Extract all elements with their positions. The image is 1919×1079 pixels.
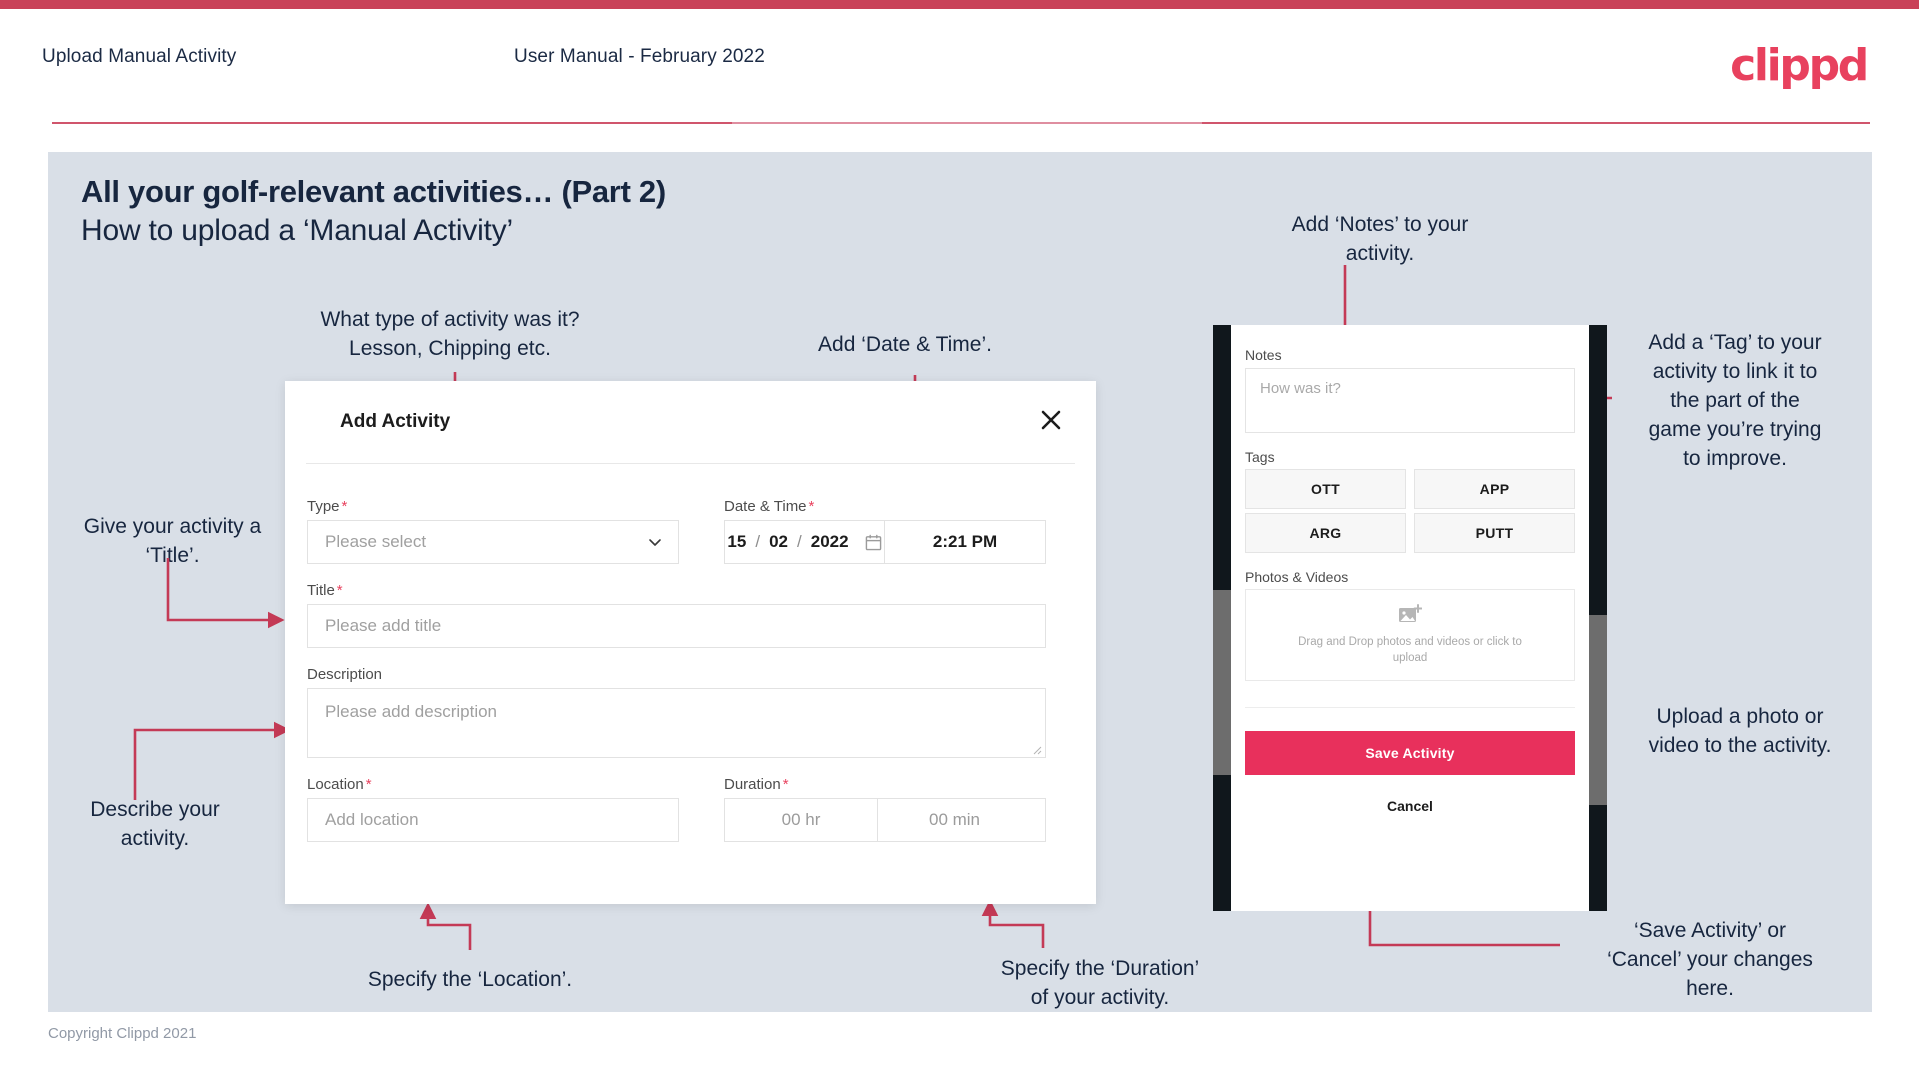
phone-divider [1245,707,1575,708]
annotation-type: What type of activity was it? Lesson, Ch… [320,308,580,360]
location-input[interactable]: Add location [307,798,679,842]
duration-minutes-value: 00 min [928,810,981,829]
header-center-title: User Manual - February 2022 [514,46,765,67]
phone-screen: Notes How was it? Tags OTT APP ARG PUTT … [1231,325,1589,911]
type-label: Type * [307,498,347,515]
duration-required-asterisk: * [782,776,789,793]
duration-label: Duration * [724,776,789,793]
phone-mockup: Notes How was it? Tags OTT APP ARG PUTT … [1213,325,1607,911]
type-required-asterisk: * [341,498,348,515]
notes-textarea[interactable]: How was it? [1245,368,1575,433]
date-month: 02 [769,532,788,551]
type-select[interactable]: Please select [307,520,679,564]
header-rule-left [52,122,732,124]
header-left-title: Upload Manual Activity [42,46,237,67]
annotation-datetime: Add ‘Date & Time’. [818,333,992,356]
annotation-upload: Upload a photo or video to the activity. [1648,705,1832,757]
tag-label-putt: PUTT [1475,525,1514,541]
annotation-notes: Add ‘Notes’ to your activity. [1291,213,1469,265]
phone-bezel-right-top [1589,325,1607,615]
tag-button-app[interactable]: APP [1414,469,1575,509]
date-input[interactable]: 15 / 02 / 2022 [725,521,885,563]
title-input-placeholder: Please add title [325,616,442,635]
footer-copyright: Copyright Clippd 2021 [48,1025,197,1042]
duration-group: 00 hr 00 min [724,798,1046,842]
tag-label-ott: OTT [1311,481,1340,497]
location-label: Location * [307,776,372,793]
time-value: 2:21 PM [932,532,998,551]
tag-label-arg: ARG [1309,525,1342,541]
phone-bezel-right-mid [1589,615,1607,805]
title-required-asterisk: * [336,582,343,599]
add-image-icon [1399,604,1422,622]
time-input[interactable]: 2:21 PM [885,521,1045,563]
tag-label-app: APP [1479,481,1510,497]
notes-placeholder: How was it? [1260,380,1341,397]
close-icon[interactable] [1034,403,1068,437]
add-activity-dialog: Add Activity Type * Please select Date & … [285,381,1096,904]
datetime-group: 15 / 02 / 2022 2:21 PM [724,520,1046,564]
clippd-logo: clippd [1730,40,1869,91]
phone-bezel-right-bottom [1589,805,1607,911]
date-sep-2: / [797,532,802,551]
duration-hours-value: 00 hr [781,810,821,829]
photos-label: Photos & Videos [1245,569,1349,585]
phone-bezel-left-mid [1213,590,1231,775]
annotation-location: Specify the ‘Location’. [367,968,573,991]
datetime-label-text: Date & Time [724,498,807,515]
description-placeholder: Please add description [325,702,498,721]
description-label: Description [307,666,382,683]
cancel-label: Cancel [1387,798,1433,814]
slide-heading: All your golf-relevant activities… (Part… [81,174,666,209]
chevron-down-icon [649,539,661,546]
slide-page: Upload Manual Activity User Manual - Feb… [0,0,1919,1079]
tag-button-putt[interactable]: PUTT [1414,513,1575,553]
calendar-icon[interactable] [865,534,882,551]
annotation-title: Give your activity a ‘Title’. [83,515,262,567]
title-input[interactable]: Please add title [307,604,1046,648]
date-sep-1: / [755,532,761,551]
slide-subheading: How to upload a ‘Manual Activity’ [81,214,513,247]
annotation-description: Describe your activity. [90,798,220,850]
date-year: 2022 [810,532,849,551]
duration-label-text: Duration [724,776,781,793]
tag-button-arg[interactable]: ARG [1245,513,1406,553]
annotation-save: ‘Save Activity’ or ‘Cancel’ your changes… [1607,919,1813,1000]
notes-label: Notes [1245,347,1282,363]
duration-minutes-input[interactable]: 00 min [878,799,1031,841]
location-required-asterisk: * [365,776,372,793]
photo-upload-dropzone[interactable]: Drag and Drop photos and videos or click… [1245,589,1575,681]
annotation-tags: Add a ‘Tag’ to your activity to link it … [1648,331,1822,470]
save-activity-label: Save Activity [1365,745,1455,761]
resize-grip-icon[interactable] [1032,745,1042,755]
location-label-text: Location [307,776,364,793]
description-textarea[interactable]: Please add description [307,688,1046,758]
dialog-title: Add Activity [340,411,451,432]
phone-bezel-left-top [1213,325,1231,590]
dialog-divider [306,463,1075,464]
annotation-duration: Specify the ‘Duration’ of your activity. [1000,957,1200,1009]
tag-button-ott[interactable]: OTT [1245,469,1406,509]
type-select-value: Please select [325,532,427,551]
datetime-label: Date & Time * [724,498,814,515]
title-label-text: Title [307,582,335,599]
tags-label: Tags [1245,449,1275,465]
photo-upload-hint: Drag and Drop photos and videos or click… [1298,636,1522,664]
top-accent-stripe [0,0,1919,9]
date-day: 15 [727,532,747,551]
save-activity-button[interactable]: Save Activity [1245,731,1575,775]
phone-bezel-left-bottom [1213,775,1231,911]
header-rule-mid [732,122,1202,124]
location-placeholder: Add location [325,810,419,829]
close-glyph [1041,410,1061,430]
cancel-button[interactable]: Cancel [1245,791,1575,821]
datetime-required-asterisk: * [808,498,815,515]
description-label-text: Description [307,666,383,683]
header-rule-right [1202,122,1870,124]
duration-hours-input[interactable]: 00 hr [725,799,878,841]
title-label: Title * [307,582,343,599]
type-label-text: Type [307,498,340,515]
